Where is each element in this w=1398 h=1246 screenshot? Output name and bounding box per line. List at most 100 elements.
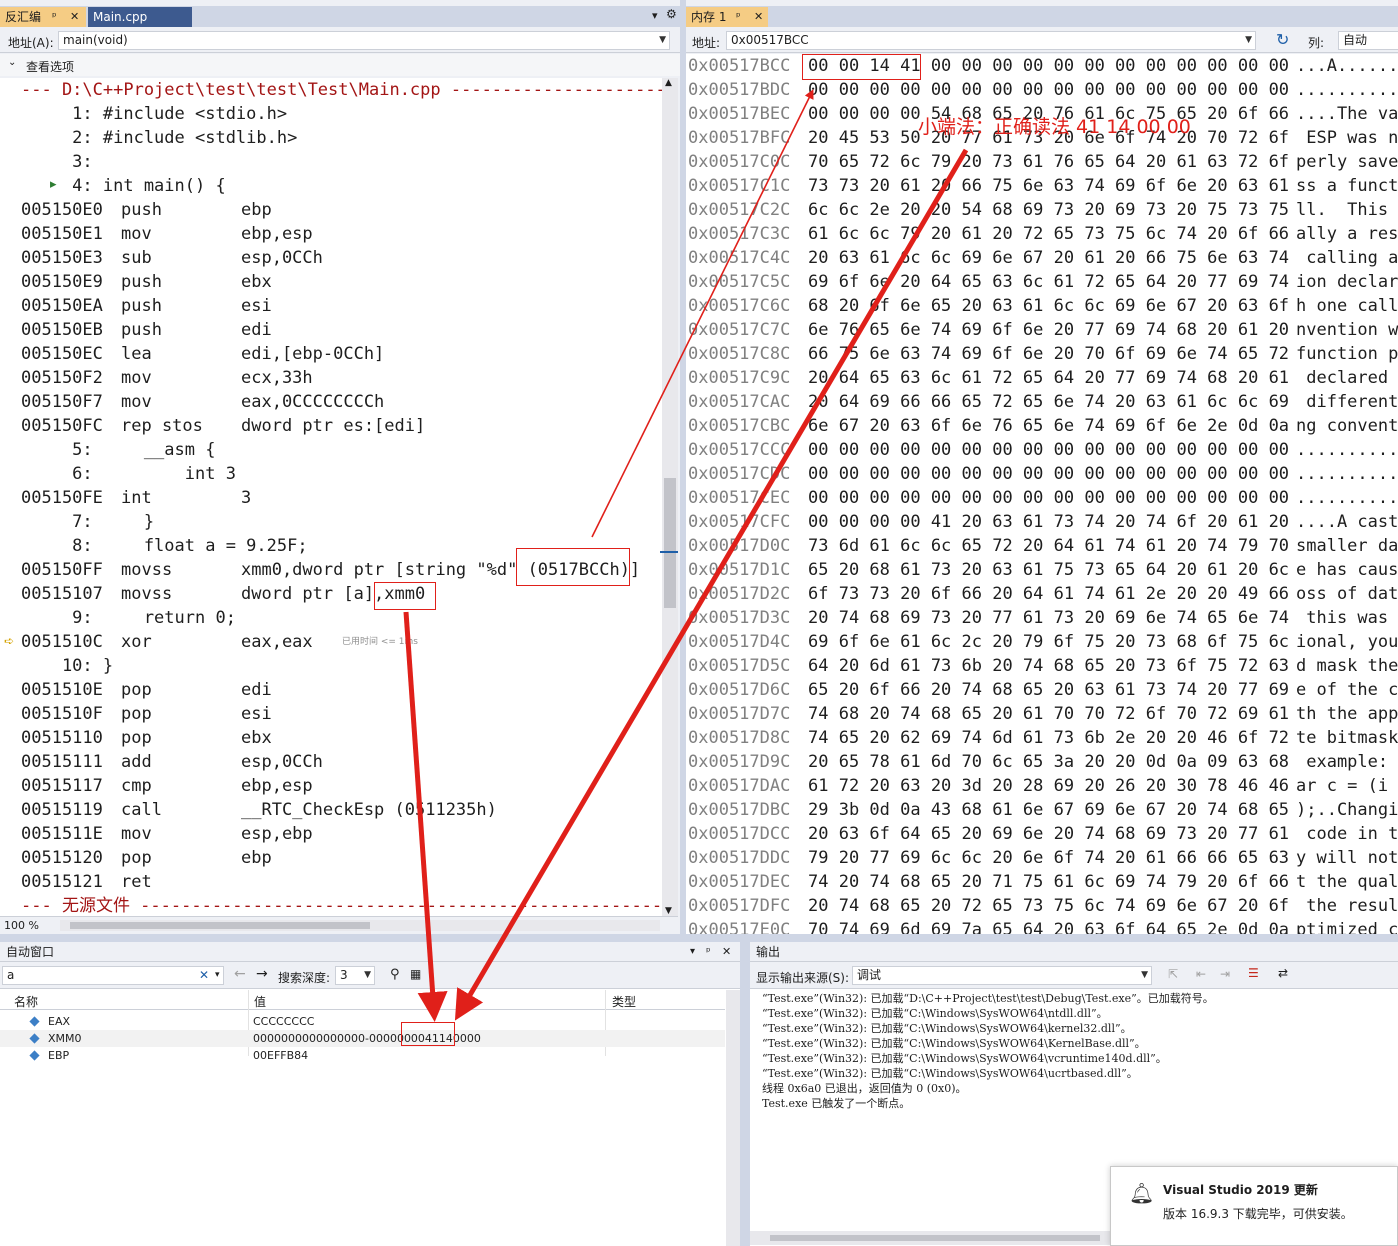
memory-bytes[interactable]: 20 74 68 69 73 20 77 61 73 20 69 6e 74 6… xyxy=(808,606,1289,630)
memory-bytes[interactable]: 69 6f 6e 20 64 65 63 6c 61 72 65 64 20 7… xyxy=(808,270,1289,294)
memory-view[interactable]: 0x00517BCC 00 00 14 41 00 00 00 00 00 00 … xyxy=(686,54,1398,934)
memory-row[interactable]: 0x00517D9C 20 65 78 61 6d 70 6c 65 3a 20 … xyxy=(686,750,1398,774)
memory-bytes[interactable]: 74 20 74 68 65 20 71 75 61 6c 69 74 79 2… xyxy=(808,870,1289,894)
memory-row[interactable]: 0x00517CFC 00 00 00 00 41 20 63 61 73 74 … xyxy=(686,510,1398,534)
disasm-line[interactable]: 0051510E pop edi xyxy=(0,678,662,702)
disasm-line[interactable]: --- D:\C++Project\test\test\Test\Main.cp… xyxy=(0,78,662,102)
memory-row[interactable]: 0x00517C5C 69 6f 6e 20 64 65 63 6c 61 72 … xyxy=(686,270,1398,294)
search-options-icon[interactable]: ▾ xyxy=(215,967,220,984)
memory-row[interactable]: 0x00517C3C 61 6c 6c 79 20 61 20 72 65 73 … xyxy=(686,222,1398,246)
variable-value[interactable]: 0000000000000000-0000000041140000 xyxy=(253,1030,481,1047)
memory-bytes[interactable]: 20 65 78 61 6d 70 6c 65 3a 20 20 0d 0a 0… xyxy=(808,750,1289,774)
disasm-line[interactable]: 4: int main() { xyxy=(0,174,662,198)
clear-all-icon[interactable]: ☰ xyxy=(1248,966,1259,980)
memory-bytes[interactable]: 20 63 6f 64 65 20 69 6e 20 74 68 69 73 2… xyxy=(808,822,1289,846)
horizontal-scrollbar[interactable] xyxy=(60,920,660,931)
find-message-icon[interactable]: ⇱ xyxy=(1168,967,1178,981)
memory-row[interactable]: 0x00517DBC 29 3b 0d 0a 43 68 61 6e 67 69 … xyxy=(686,798,1398,822)
memory-bytes[interactable]: 00 00 00 00 00 00 00 00 00 00 00 00 00 0… xyxy=(808,438,1289,462)
disasm-line[interactable]: 7: } xyxy=(0,510,662,534)
memory-row[interactable]: 0x00517D2C 6f 73 73 20 6f 66 20 64 61 74 … xyxy=(686,582,1398,606)
memory-row[interactable]: 0x00517DDC 79 20 77 69 6c 6c 20 6e 6f 74 … xyxy=(686,846,1398,870)
memory-bytes[interactable]: 6c 6c 2e 20 20 54 68 69 73 20 69 73 20 7… xyxy=(808,198,1289,222)
memory-row[interactable]: 0x00517D8C 74 65 20 62 69 74 6d 61 73 6b … xyxy=(686,726,1398,750)
disasm-line[interactable]: 005150E1 mov ebp,esp xyxy=(0,222,662,246)
disasm-line[interactable]: 3: xyxy=(0,150,662,174)
disasm-line[interactable]: 005150E9 push ebx xyxy=(0,270,662,294)
disasm-line[interactable]: 005150FC rep stos dword ptr es:[edi] xyxy=(0,414,662,438)
next-message-icon[interactable]: ⇥ xyxy=(1220,967,1230,981)
memory-row[interactable]: 0x00517CEC 00 00 00 00 00 00 00 00 00 00 … xyxy=(686,486,1398,510)
zoom-level[interactable]: 100 % xyxy=(4,919,39,932)
view-options-row[interactable]: ⌄ 查看选项 xyxy=(0,54,682,76)
disasm-line[interactable]: 00515107 movss dword ptr [a],xmm0 xyxy=(0,582,662,606)
memory-bytes[interactable]: 64 20 6d 61 73 6b 20 74 68 65 20 73 6f 7… xyxy=(808,654,1289,678)
column-type[interactable]: 类型 xyxy=(612,993,636,1010)
memory-row[interactable]: 0x00517C6C 68 20 6f 6e 65 20 63 61 6c 6c … xyxy=(686,294,1398,318)
variable-value[interactable]: 00EFFB84 xyxy=(253,1047,308,1064)
memory-bytes[interactable]: 66 75 6e 63 74 69 6f 6e 20 70 6f 69 6e 7… xyxy=(808,342,1289,366)
memory-bytes[interactable]: 00 00 14 41 00 00 00 00 00 00 00 00 00 0… xyxy=(808,54,1289,78)
memory-bytes[interactable]: 70 74 69 6d 69 7a 65 64 20 63 6f 64 65 2… xyxy=(808,918,1289,934)
disasm-line[interactable]: 10: } xyxy=(0,654,662,678)
column-value[interactable]: 值 xyxy=(254,993,266,1010)
memory-row[interactable]: 0x00517C7C 6e 76 65 6e 74 69 6f 6e 20 77 … xyxy=(686,318,1398,342)
memory-bytes[interactable]: 65 20 6f 66 20 74 68 65 20 63 61 73 74 2… xyxy=(808,678,1289,702)
memory-bytes[interactable]: 00 00 00 00 00 00 00 00 00 00 00 00 00 0… xyxy=(808,462,1289,486)
disasm-line[interactable]: 00515110 pop ebx xyxy=(0,726,662,750)
memory-bytes[interactable]: 61 6c 6c 79 20 61 20 72 65 73 75 6c 74 2… xyxy=(808,222,1289,246)
variable-value[interactable]: CCCCCCCC xyxy=(253,1013,314,1030)
memory-row[interactable]: 0x00517DCC 20 63 6f 64 65 20 69 6e 20 74 … xyxy=(686,822,1398,846)
memory-row[interactable]: 0x00517DEC 74 20 74 68 65 20 71 75 61 6c … xyxy=(686,870,1398,894)
memory-row[interactable]: 0x00517CAC 20 64 69 66 66 65 72 65 6e 74 … xyxy=(686,390,1398,414)
disasm-line[interactable]: 0051510C xor eax,eax 已用时间 <= 1ms xyxy=(0,630,662,654)
autos-row[interactable]: EBP 00EFFB84 xyxy=(0,1047,725,1064)
memory-bytes[interactable]: 00 00 00 00 00 00 00 00 00 00 00 00 00 0… xyxy=(808,78,1289,102)
address-combobox[interactable]: main(void) ▼ xyxy=(58,31,670,50)
tab-list-dropdown-icon[interactable]: ▾ xyxy=(652,9,658,22)
pin-icon[interactable]: ᵖ xyxy=(706,942,711,962)
disasm-vertical-scrollbar[interactable]: ▲ ▼ xyxy=(662,78,678,916)
disasm-line[interactable]: 2: #include <stdlib.h> xyxy=(0,126,662,150)
disasm-line[interactable]: 5: __asm { xyxy=(0,438,662,462)
autos-search-input[interactable]: a ✕ ▾ xyxy=(2,966,224,985)
close-icon[interactable]: ✕ xyxy=(754,7,763,27)
memory-row[interactable]: 0x00517D1C 65 20 68 61 73 20 63 61 75 73 … xyxy=(686,558,1398,582)
hex-display-icon[interactable]: ▦ xyxy=(410,967,421,981)
refresh-icon[interactable]: ↻ xyxy=(1276,30,1289,49)
memory-bytes[interactable]: 20 64 69 66 66 65 72 65 6e 74 20 63 61 6… xyxy=(808,390,1289,414)
memory-row[interactable]: 0x00517CDC 00 00 00 00 00 00 00 00 00 00 … xyxy=(686,462,1398,486)
word-wrap-icon[interactable]: ⇄ xyxy=(1278,966,1288,980)
pin-icon[interactable]: ᵖ xyxy=(736,7,741,27)
disasm-line[interactable]: 005150EA push esi xyxy=(0,294,662,318)
disassembly-view[interactable]: --- D:\C++Project\test\test\Test\Main.cp… xyxy=(0,78,662,916)
disasm-line[interactable]: 005150FF movss xmm0,dword ptr [string "%d"… xyxy=(0,558,662,582)
memory-row[interactable]: 0x00517D5C 64 20 6d 61 73 6b 20 74 68 65 … xyxy=(686,654,1398,678)
chevron-down-icon[interactable]: ▼ xyxy=(659,32,666,49)
memory-row[interactable]: 0x00517D0C 73 6d 61 6c 6c 65 72 20 64 61 … xyxy=(686,534,1398,558)
disasm-line[interactable]: 00515121 ret xyxy=(0,870,662,894)
tab-main-cpp[interactable]: Main.cpp xyxy=(88,7,192,27)
memory-bytes[interactable]: 29 3b 0d 0a 43 68 61 6e 67 69 6e 67 20 7… xyxy=(808,798,1289,822)
memory-row[interactable]: 0x00517C8C 66 75 6e 63 74 69 6f 6e 20 70 … xyxy=(686,342,1398,366)
h-scroll-thumb[interactable] xyxy=(70,922,370,929)
disasm-line[interactable]: 005150EB push edi xyxy=(0,318,662,342)
memory-row[interactable]: 0x00517BCC 00 00 14 41 00 00 00 00 00 00 … xyxy=(686,54,1398,78)
memory-bytes[interactable]: 00 00 00 00 00 00 00 00 00 00 00 00 00 0… xyxy=(808,486,1289,510)
autos-vertical-scrollbar[interactable] xyxy=(726,990,740,1246)
search-forward-icon[interactable]: → xyxy=(256,966,268,982)
h-scroll-thumb[interactable] xyxy=(770,1235,1100,1241)
clear-search-icon[interactable]: ✕ xyxy=(199,967,209,984)
disasm-line[interactable]: 0051510F pop esi xyxy=(0,702,662,726)
memory-bytes[interactable]: 74 65 20 62 69 74 6d 61 73 6b 2e 20 20 4… xyxy=(808,726,1289,750)
settings-gear-icon[interactable]: ⚙ xyxy=(666,7,677,21)
memory-row[interactable]: 0x00517D3C 20 74 68 69 73 20 77 61 73 20 … xyxy=(686,606,1398,630)
disasm-line[interactable]: 8: float a = 9.25F; xyxy=(0,534,662,558)
autos-row[interactable]: EAX CCCCCCCC xyxy=(0,1013,725,1030)
pin-icon[interactable]: ᵖ xyxy=(52,7,57,27)
memory-bytes[interactable]: 6e 67 20 63 6f 6e 76 65 6e 74 69 6f 6e 2… xyxy=(808,414,1289,438)
scroll-up-icon[interactable]: ▲ xyxy=(665,78,672,88)
disasm-line[interactable]: --- 无源文件 -------------------------------… xyxy=(0,894,662,916)
memory-bytes[interactable]: 20 64 65 63 6c 61 72 65 64 20 77 69 74 6… xyxy=(808,366,1289,390)
chevron-down-icon[interactable]: ▼ xyxy=(1141,967,1148,984)
